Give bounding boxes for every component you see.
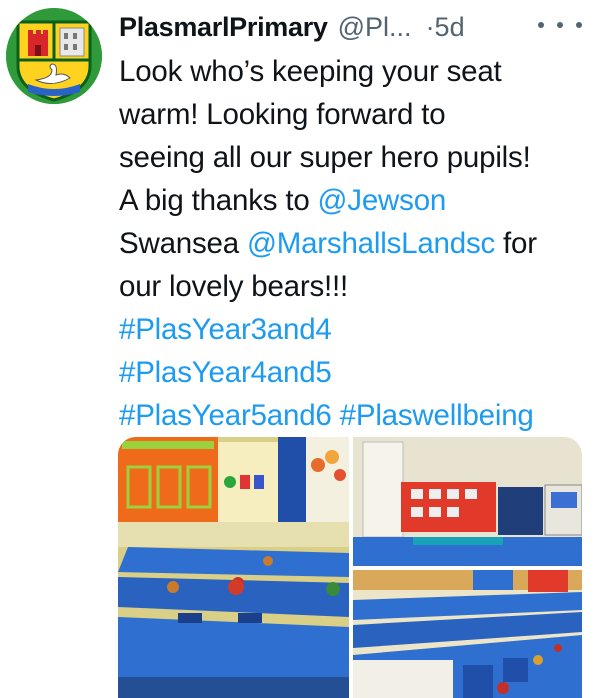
hashtag-link[interactable]: #Plaswellbeing [340,399,534,432]
tweet-line: seeing all our super hero pupils! [119,141,531,174]
classroom-photo-3[interactable] [353,570,582,698]
tweet-line: Look who’s keeping your seat [119,55,502,88]
mention-marshalls-link[interactable]: @MarshallsLandsc [247,227,495,260]
tweet-line: warm! Looking forward to [119,98,446,131]
tweet-text: Look who’s keeping your seat warm! Looki… [119,50,589,437]
school-crest-icon [6,8,102,104]
tweet-line: our lovely bears!!! [119,270,349,303]
tweet-line: for [495,227,537,260]
hashtag-link[interactable]: #PlasYear5and6 [119,399,332,432]
tweet-line: A big thanks to [119,184,318,217]
more-options-button[interactable] [538,12,582,38]
avatar[interactable] [6,8,102,104]
timestamp[interactable]: ·5d [426,12,465,43]
hashtag-link[interactable]: #PlasYear4and5 [119,356,332,389]
display-name[interactable]: PlasmarlPrimary [119,12,328,43]
classroom-photo-2[interactable] [353,437,582,566]
tweet-line: Swansea [119,227,247,260]
tweet-header: PlasmarlPrimary @Pl... ·5d [119,10,589,44]
classroom-photo-1[interactable] [118,437,349,698]
user-handle[interactable]: @Pl... [338,12,412,43]
more-horizontal-icon [538,22,544,28]
hashtag-link[interactable]: #PlasYear3and4 [119,313,332,346]
mention-jewson-link[interactable]: @Jewson [318,184,447,217]
more-dot [576,22,582,28]
media-grid [118,437,582,698]
more-dot [557,22,563,28]
